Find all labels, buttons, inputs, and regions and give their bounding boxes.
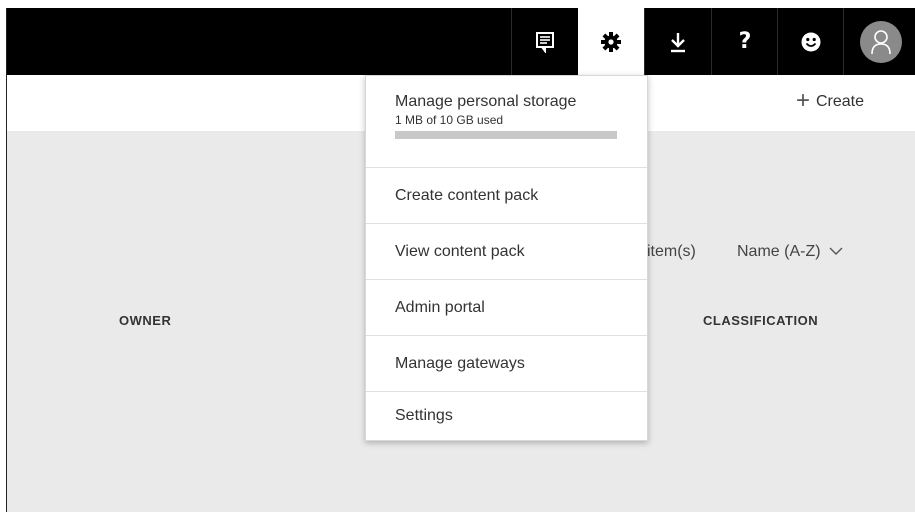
storage-title: Manage personal storage: [395, 93, 577, 110]
column-header-owner[interactable]: OWNER: [119, 313, 171, 328]
plus-icon: +: [795, 87, 810, 114]
items-count: item(s): [647, 243, 696, 260]
avatar: [859, 20, 902, 63]
manage-personal-storage-item[interactable]: Manage personal storage 1 MB of 10 GB us…: [366, 76, 647, 167]
settings-button[interactable]: [578, 8, 644, 75]
menu-item-view-content-pack[interactable]: View content pack: [366, 223, 647, 279]
create-label: Create: [815, 93, 864, 110]
download-button[interactable]: [644, 8, 711, 75]
menu-item-admin-portal[interactable]: Admin portal: [366, 279, 647, 335]
menu-item-settings[interactable]: Settings: [366, 391, 647, 440]
column-header-classification[interactable]: CLASSIFICATION: [703, 313, 818, 328]
help-button[interactable]: ?: [711, 8, 778, 75]
smiley-icon: [800, 31, 822, 53]
menu-item-create-content-pack[interactable]: Create content pack: [366, 167, 647, 223]
top-navigation-bar: ?: [7, 8, 915, 75]
comment-icon: [535, 31, 555, 53]
user-icon: [869, 29, 893, 55]
app-window: ? + Create item(s) Name (A-Z) OWNER CLAS…: [6, 8, 915, 512]
gear-icon: [600, 31, 622, 53]
sort-dropdown[interactable]: Name (A-Z): [737, 243, 843, 261]
settings-dropdown-menu: Manage personal storage 1 MB of 10 GB us…: [365, 75, 648, 441]
sort-label: Name (A-Z): [737, 243, 821, 260]
create-button[interactable]: + Create: [795, 87, 864, 114]
storage-usage-text: 1 MB of 10 GB used: [395, 113, 504, 127]
question-icon: ?: [738, 28, 752, 54]
menu-item-manage-gateways[interactable]: Manage gateways: [366, 335, 647, 391]
feedback-smiley-button[interactable]: [777, 8, 844, 75]
download-icon: [669, 31, 687, 53]
account-button[interactable]: [843, 8, 915, 75]
storage-progress-bar: [395, 131, 617, 139]
feedback-button[interactable]: [511, 8, 578, 75]
chevron-down-icon: [829, 243, 843, 261]
